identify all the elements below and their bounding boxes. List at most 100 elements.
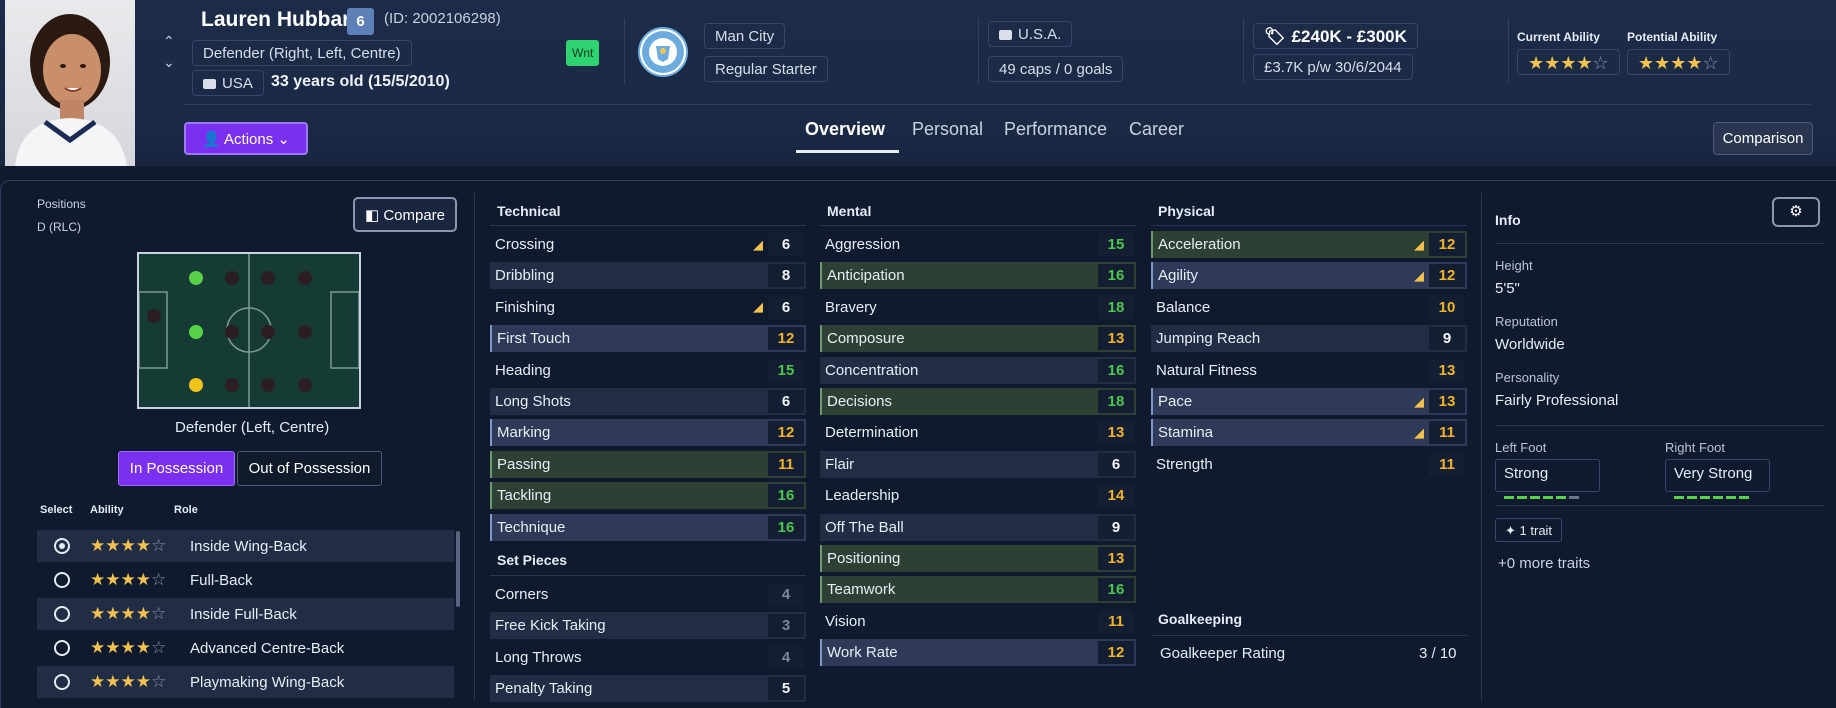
club-crest-icon[interactable] — [638, 27, 688, 77]
compare-button[interactable]: ◧ Compare — [353, 197, 457, 232]
role-row[interactable]: ★★★★☆ Full-Back — [37, 564, 454, 596]
attribute-row[interactable]: Marking 12 — [490, 419, 806, 447]
attribute-row[interactable]: Dribbling 8 — [490, 262, 806, 290]
role-row[interactable]: ★★★★☆ Inside Full-Back — [37, 598, 454, 630]
out-of-possession-toggle[interactable]: Out of Possession — [237, 451, 382, 486]
technical-heading: Technical — [497, 203, 561, 219]
attribute-row[interactable]: Heading 15 — [490, 357, 806, 384]
attribute-row[interactable]: Free Kick Taking 3 — [490, 612, 806, 640]
attribute-name: Pace — [1158, 393, 1193, 410]
position-dot[interactable] — [261, 271, 275, 285]
person-settings-icon[interactable]: ⚙ — [1772, 197, 1820, 227]
role-radio[interactable] — [54, 674, 70, 690]
attribute-name: Long Throws — [495, 648, 582, 666]
attribute-row[interactable]: Tackling 16 — [490, 482, 806, 510]
attribute-row[interactable]: Crossing ◢ 6 — [490, 231, 806, 258]
attribute-row[interactable]: Penalty Taking 5 — [490, 675, 806, 703]
more-traits[interactable]: +0 more traits — [1498, 555, 1590, 572]
role-radio[interactable] — [54, 640, 70, 656]
attribute-value: 11 — [1098, 609, 1134, 633]
attribute-row[interactable]: Long Shots 6 — [490, 388, 806, 415]
attribute-row[interactable]: Stamina ◢ 11 — [1151, 419, 1467, 447]
role-radio[interactable] — [54, 606, 70, 622]
attribute-row[interactable]: Teamwork 16 — [820, 576, 1136, 604]
in-possession-toggle[interactable]: In Possession — [118, 451, 235, 486]
left-foot-box: Strong — [1495, 459, 1600, 499]
col-header-role: Role — [174, 504, 198, 516]
prev-player-chevron[interactable]: ⌃ — [163, 33, 175, 50]
attribute-row[interactable]: Acceleration ◢ 12 — [1151, 231, 1467, 258]
attribute-name: Stamina — [1158, 424, 1214, 442]
attribute-row[interactable]: Composure 13 — [820, 325, 1136, 353]
actions-button[interactable]: 👤 Actions ⌄ — [184, 122, 308, 155]
attribute-value: 12 — [768, 421, 804, 445]
role-row[interactable]: ★★★★☆ Playmaking Wing-Back — [37, 666, 454, 698]
role-row[interactable]: ★★★★☆ Inside Wing-Back — [37, 530, 454, 562]
attribute-row[interactable]: Work Rate 12 — [820, 639, 1136, 667]
next-player-chevron[interactable]: ⌄ — [163, 54, 175, 71]
attribute-name: First Touch — [497, 330, 571, 348]
position-dot-dc[interactable] — [189, 325, 203, 339]
attribute-row[interactable]: Passing 11 — [490, 450, 806, 478]
position-dot-dr[interactable] — [189, 378, 203, 392]
attribute-row[interactable]: Long Throws 4 — [490, 644, 806, 671]
attribute-row[interactable]: Decisions 18 — [820, 388, 1136, 415]
attribute-row[interactable]: Finishing ◢ 6 — [490, 294, 806, 321]
intl-nation-pill[interactable]: U.S.A. — [988, 21, 1073, 47]
position-dot[interactable] — [298, 378, 312, 392]
attribute-value: 15 — [1098, 233, 1134, 256]
position-dot[interactable] — [225, 325, 239, 339]
attribute-row[interactable]: Positioning 13 — [820, 545, 1136, 572]
position-dot[interactable] — [225, 271, 239, 285]
attribute-row[interactable]: Technique 16 — [490, 513, 806, 541]
club-name[interactable]: Man City — [704, 23, 786, 49]
position-dot-wbl[interactable] — [189, 271, 203, 285]
traits-pill[interactable]: ✦ 1 trait — [1495, 518, 1563, 542]
role-ability-stars: ★★★★☆ — [90, 638, 167, 657]
attribute-value: 18 — [1098, 390, 1134, 413]
position-dot[interactable] — [298, 271, 312, 285]
position-dot[interactable] — [261, 378, 275, 392]
attribute-row[interactable]: Determination 13 — [820, 419, 1136, 446]
attribute-row[interactable]: Jumping Reach 9 — [1151, 325, 1467, 353]
attribute-row[interactable]: Flair 6 — [820, 450, 1136, 478]
attribute-row[interactable]: Agility ◢ 12 — [1151, 262, 1467, 290]
attribute-name: Jumping Reach — [1156, 330, 1261, 348]
left-foot-label: Left Foot — [1495, 440, 1547, 455]
tab-overview[interactable]: Overview — [805, 119, 885, 140]
attribute-row[interactable]: Strength 11 — [1151, 451, 1467, 478]
role-radio[interactable] — [54, 572, 70, 588]
right-foot-strength-bar — [1674, 486, 1752, 503]
attribute-row[interactable]: Aggression 15 — [820, 231, 1136, 258]
attribute-value: 16 — [1098, 578, 1134, 602]
attribute-row[interactable]: Off The Ball 9 — [820, 513, 1136, 541]
roles-scrollbar[interactable] — [456, 531, 460, 607]
attribute-row[interactable]: Corners 4 — [490, 581, 806, 608]
position-dot[interactable] — [261, 325, 275, 339]
attribute-row[interactable]: Balance 10 — [1151, 294, 1467, 321]
attribute-row[interactable]: Anticipation 16 — [820, 262, 1136, 290]
attribute-name: Balance — [1156, 298, 1211, 316]
role-radio[interactable] — [54, 538, 70, 554]
contract-expiry: 30/6/2044 — [1334, 59, 1402, 76]
attribute-row[interactable]: Natural Fitness 13 — [1151, 357, 1467, 384]
attribute-row[interactable]: Bravery 18 — [820, 294, 1136, 321]
attribute-row[interactable]: Pace ◢ 13 — [1151, 388, 1467, 415]
tab-performance[interactable]: Performance — [1004, 119, 1107, 140]
attribute-row[interactable]: Vision 11 — [820, 608, 1136, 635]
active-tab-indicator — [796, 150, 899, 153]
position-dot[interactable] — [225, 378, 239, 392]
tab-career[interactable]: Career — [1129, 119, 1184, 140]
comparison-button[interactable]: Comparison — [1713, 122, 1813, 155]
position-dot[interactable] — [298, 325, 312, 339]
foot-bar-segment — [1674, 496, 1684, 499]
player-photo — [5, 0, 135, 166]
attribute-row[interactable]: Leadership 14 — [820, 482, 1136, 509]
role-row[interactable]: ★★★★☆ Advanced Centre-Back — [37, 632, 454, 664]
attribute-row[interactable]: Concentration 16 — [820, 356, 1136, 384]
attribute-name: Long Shots — [495, 393, 571, 410]
pitch-diagram — [137, 252, 361, 409]
tab-personal[interactable]: Personal — [912, 119, 983, 140]
position-dot-gk[interactable] — [147, 309, 161, 323]
attribute-row[interactable]: First Touch 12 — [490, 325, 806, 353]
